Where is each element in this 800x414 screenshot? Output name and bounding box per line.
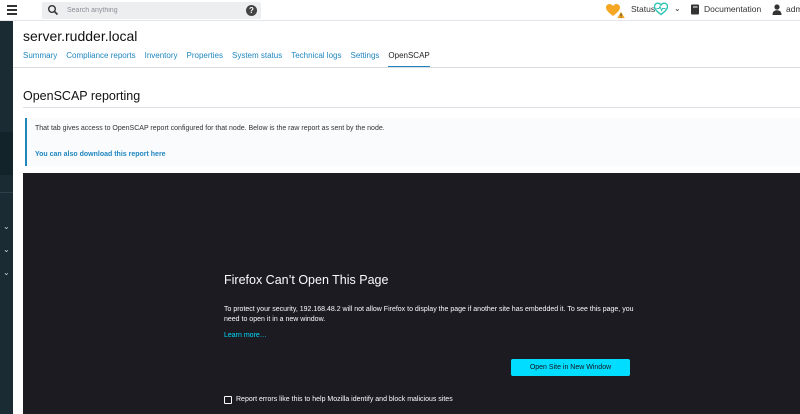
tab-inventory[interactable]: Inventory <box>145 51 178 68</box>
search-icon <box>48 5 59 16</box>
help-icon[interactable]: ? <box>246 5 257 16</box>
search-box: ? <box>42 2 261 19</box>
tab-properties[interactable]: Properties <box>187 51 223 68</box>
user-menu[interactable]: adm <box>786 4 800 14</box>
error-message: To protect your security, 192.168.48.2 w… <box>224 306 634 323</box>
tab-system-status[interactable]: System status <box>232 51 282 68</box>
health-heart-icon[interactable] <box>654 2 668 16</box>
tab-openscap[interactable]: OpenSCAP <box>388 51 430 68</box>
menu-icon[interactable] <box>7 5 17 15</box>
heart-warning-icon[interactable] <box>606 3 626 19</box>
download-report-link[interactable]: You can also download this report here <box>35 151 166 158</box>
learn-more-link[interactable]: Learn more… <box>224 332 267 339</box>
sidebar-active-band <box>0 132 13 175</box>
info-text: That tab gives access to OpenSCAP report… <box>35 125 385 132</box>
chevron-down-icon[interactable]: ⌄ <box>3 223 11 231</box>
chevron-down-icon[interactable]: ⌄ <box>3 269 11 277</box>
chevron-down-icon[interactable]: ⌄ <box>674 4 681 13</box>
documentation-link[interactable]: Documentation <box>704 4 761 14</box>
tab-technical-logs[interactable]: Technical logs <box>291 51 341 68</box>
report-errors-label: Report errors like this to help Mozilla … <box>236 396 453 403</box>
error-title: Firefox Can’t Open This Page <box>224 273 389 287</box>
user-icon <box>772 4 782 15</box>
status-menu[interactable]: Status <box>631 4 655 14</box>
book-icon <box>691 4 699 15</box>
report-iframe: Firefox Can’t Open This Page To protect … <box>23 173 800 414</box>
tab-compliance-reports[interactable]: Compliance reports <box>66 51 135 68</box>
open-new-window-button[interactable]: Open Site in New Window <box>511 359 630 376</box>
report-errors-checkbox[interactable] <box>224 396 232 404</box>
chevron-down-icon[interactable]: ⌄ <box>3 246 11 254</box>
section-divider <box>23 107 800 108</box>
sidebar: ⌄ ⌄ ⌄ <box>0 21 13 414</box>
info-callout: That tab gives access to OpenSCAP report… <box>25 118 800 166</box>
page-title: server.rudder.local <box>23 28 138 44</box>
search-input[interactable] <box>67 3 237 17</box>
node-tabs: Summary Compliance reports Inventory Pro… <box>23 51 439 68</box>
section-title: OpenSCAP reporting <box>23 89 141 103</box>
tabs-divider <box>13 67 800 68</box>
tab-summary[interactable]: Summary <box>23 51 57 68</box>
sidebar-divider <box>0 192 13 193</box>
tab-settings[interactable]: Settings <box>350 51 379 68</box>
top-bar: ? Status ⌄ Documentation adm <box>0 0 800 21</box>
